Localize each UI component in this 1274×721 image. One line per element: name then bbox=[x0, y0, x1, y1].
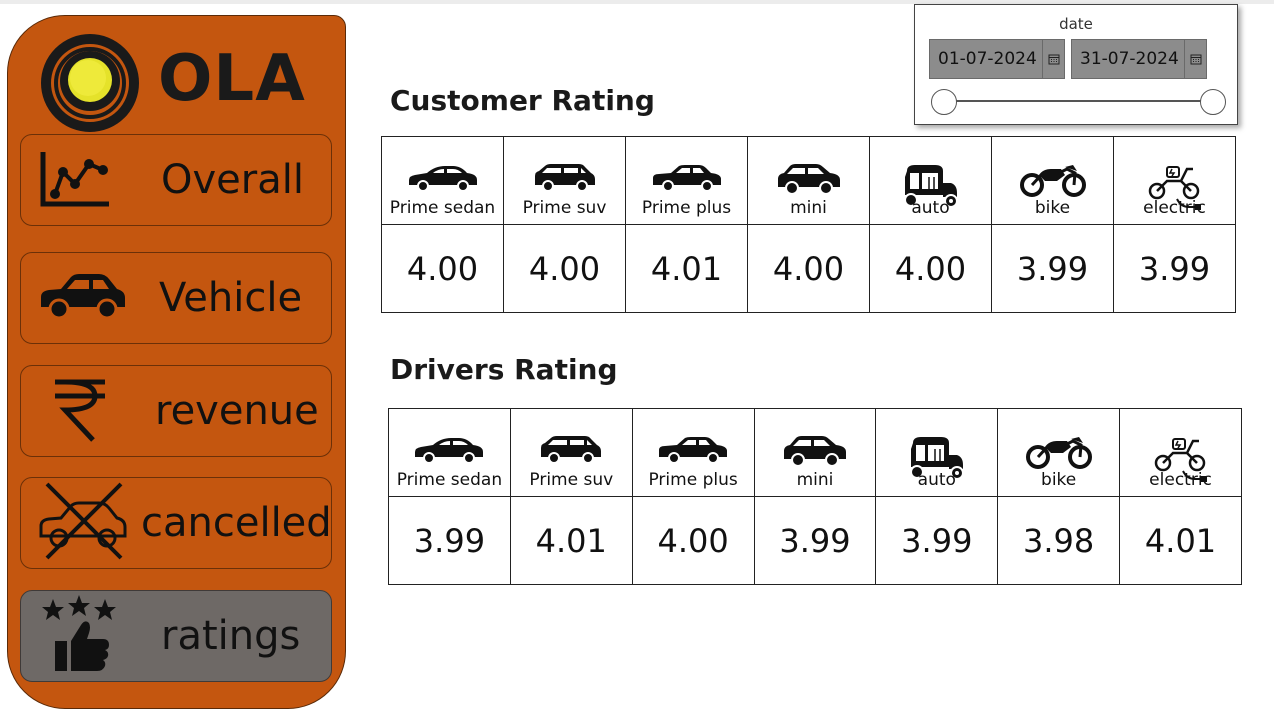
customer-rating-header-cell: electric bbox=[1113, 136, 1236, 225]
car-icon bbox=[37, 271, 129, 325]
motorbike-icon bbox=[1019, 163, 1087, 201]
prime-plus-car-icon bbox=[657, 435, 729, 469]
drivers-rating-vehicle-name: bike bbox=[1041, 470, 1077, 490]
drivers-rating-vehicle-name: auto bbox=[917, 470, 956, 490]
suv-icon bbox=[539, 435, 603, 469]
nav-ratings-button[interactable]: ratings bbox=[20, 590, 332, 682]
end-date-input[interactable]: 31-07-2024 bbox=[1071, 39, 1207, 79]
drivers-rating-header-cell: electric bbox=[1119, 408, 1242, 497]
nav-overall-button[interactable]: Overall bbox=[20, 134, 332, 226]
nav-vehicle-label: Vehicle bbox=[159, 275, 303, 321]
drivers-rating-value-cell: 4.01 bbox=[1119, 496, 1242, 585]
drivers-rating-value-cell: 3.99 bbox=[388, 496, 511, 585]
customer-rating-vehicle-name: bike bbox=[1034, 198, 1071, 218]
customer-rating-vehicle-name: Prime plus bbox=[641, 198, 732, 218]
customer-rating-value-cell: 3.99 bbox=[991, 224, 1114, 313]
customer-rating-value-cell: 4.01 bbox=[625, 224, 748, 313]
ola-logo: OLA bbox=[40, 33, 330, 133]
sidebar: OLA Overall Vehicle revenue cancelled ra… bbox=[7, 15, 346, 709]
start-date-value: 01-07-2024 bbox=[938, 49, 1037, 69]
star-thumbs-up-icon bbox=[41, 595, 117, 677]
nav-revenue-button[interactable]: revenue bbox=[20, 365, 332, 457]
drivers-rating-value-cell: 3.99 bbox=[753, 496, 877, 585]
customer-rating-vehicle-name: mini bbox=[790, 198, 827, 218]
drivers-rating-value-cell: 4.00 bbox=[631, 496, 755, 585]
customer-rating-header-cell: Prime sedan bbox=[381, 136, 504, 225]
nav-overall-label: Overall bbox=[161, 157, 304, 203]
nav-cancelled-label: cancelled bbox=[141, 500, 332, 546]
drivers-rating-header-row: Prime sedan Prime suv Prime plus mini auto bi… bbox=[388, 408, 1242, 497]
customer-rating-vehicle-name: electric bbox=[1143, 198, 1206, 218]
customer-rating-header-cell: Prime suv bbox=[503, 136, 626, 225]
suv-icon bbox=[533, 163, 597, 197]
customer-rating-value-cell: 4.00 bbox=[869, 224, 992, 313]
ola-logo-icon bbox=[41, 34, 139, 132]
line-chart-icon bbox=[37, 148, 113, 212]
drivers-rating-header-cell: mini bbox=[753, 408, 877, 497]
date-range-start-handle[interactable] bbox=[931, 89, 957, 115]
customer-rating-value-cell: 4.00 bbox=[503, 224, 626, 313]
customer-rating-header-row: Prime sedan Prime suv Prime plus mini auto bi… bbox=[381, 136, 1236, 225]
prime-plus-car-icon bbox=[651, 163, 723, 197]
customer-rating-vehicle-name: auto bbox=[911, 198, 950, 218]
drivers-rating-header-cell: Prime suv bbox=[509, 408, 633, 497]
drivers-rating-table: Prime sedan Prime suv Prime plus mini auto bi… bbox=[388, 408, 1242, 585]
drivers-rating-value-cell: 3.98 bbox=[997, 496, 1121, 585]
mini-car-icon bbox=[782, 435, 848, 471]
drivers-rating-vehicle-name: Prime sedan bbox=[396, 470, 503, 490]
customer-rating-title: Customer Rating bbox=[390, 84, 655, 117]
customer-rating-header-cell: bike bbox=[991, 136, 1114, 225]
brand-name: OLA bbox=[158, 42, 306, 116]
start-date-input[interactable]: 01-07-2024 bbox=[929, 39, 1065, 79]
date-slicer-title: date bbox=[1059, 15, 1093, 33]
nav-revenue-label: revenue bbox=[155, 388, 319, 434]
customer-rating-value-cell: 4.00 bbox=[747, 224, 870, 313]
sedan-icon bbox=[407, 163, 479, 197]
drivers-rating-vehicle-name: mini bbox=[796, 470, 834, 490]
motorbike-icon bbox=[1025, 435, 1093, 473]
customer-rating-table: Prime sedan Prime suv Prime plus mini auto bi… bbox=[381, 136, 1236, 313]
drivers-rating-title: Drivers Rating bbox=[390, 353, 618, 386]
customer-rating-header-cell: Prime plus bbox=[625, 136, 748, 225]
rupee-icon bbox=[51, 376, 109, 446]
calendar-icon[interactable] bbox=[1042, 40, 1064, 78]
customer-rating-values-row: 4.00 4.00 4.01 4.00 4.00 3.99 3.99 bbox=[381, 224, 1236, 313]
drivers-rating-header-cell: bike bbox=[997, 408, 1121, 497]
customer-rating-vehicle-name: Prime suv bbox=[522, 198, 607, 218]
drivers-rating-values-row: 3.99 4.01 4.00 3.99 3.99 3.98 4.01 bbox=[388, 496, 1242, 585]
customer-rating-header-cell: auto bbox=[869, 136, 992, 225]
drivers-rating-vehicle-name: Prime plus bbox=[648, 470, 738, 490]
nav-cancelled-button[interactable]: cancelled bbox=[20, 477, 332, 569]
mini-car-icon bbox=[776, 163, 842, 199]
cancelled-car-icon bbox=[37, 480, 129, 566]
customer-rating-value-cell: 3.99 bbox=[1113, 224, 1236, 313]
date-range-end-handle[interactable] bbox=[1200, 89, 1226, 115]
customer-rating-vehicle-name: Prime sedan bbox=[389, 198, 496, 218]
customer-rating-value-cell: 4.00 bbox=[381, 224, 504, 313]
nav-vehicle-button[interactable]: Vehicle bbox=[20, 252, 332, 344]
nav-ratings-label: ratings bbox=[161, 613, 301, 659]
drivers-rating-value-cell: 3.99 bbox=[875, 496, 999, 585]
date-slicer: date 01-07-2024 31-07-2024 bbox=[914, 4, 1238, 125]
drivers-rating-vehicle-name: Prime suv bbox=[529, 470, 614, 490]
drivers-rating-header-cell: auto bbox=[875, 408, 999, 497]
calendar-icon[interactable] bbox=[1184, 40, 1206, 78]
drivers-rating-value-cell: 4.01 bbox=[509, 496, 633, 585]
sedan-icon bbox=[413, 435, 485, 469]
drivers-rating-header-cell: Prime plus bbox=[631, 408, 755, 497]
date-range-slider-track[interactable] bbox=[945, 100, 1215, 102]
end-date-value: 31-07-2024 bbox=[1080, 49, 1179, 69]
drivers-rating-header-cell: Prime sedan bbox=[388, 408, 511, 497]
customer-rating-header-cell: mini bbox=[747, 136, 870, 225]
drivers-rating-vehicle-name: electric bbox=[1149, 470, 1212, 490]
